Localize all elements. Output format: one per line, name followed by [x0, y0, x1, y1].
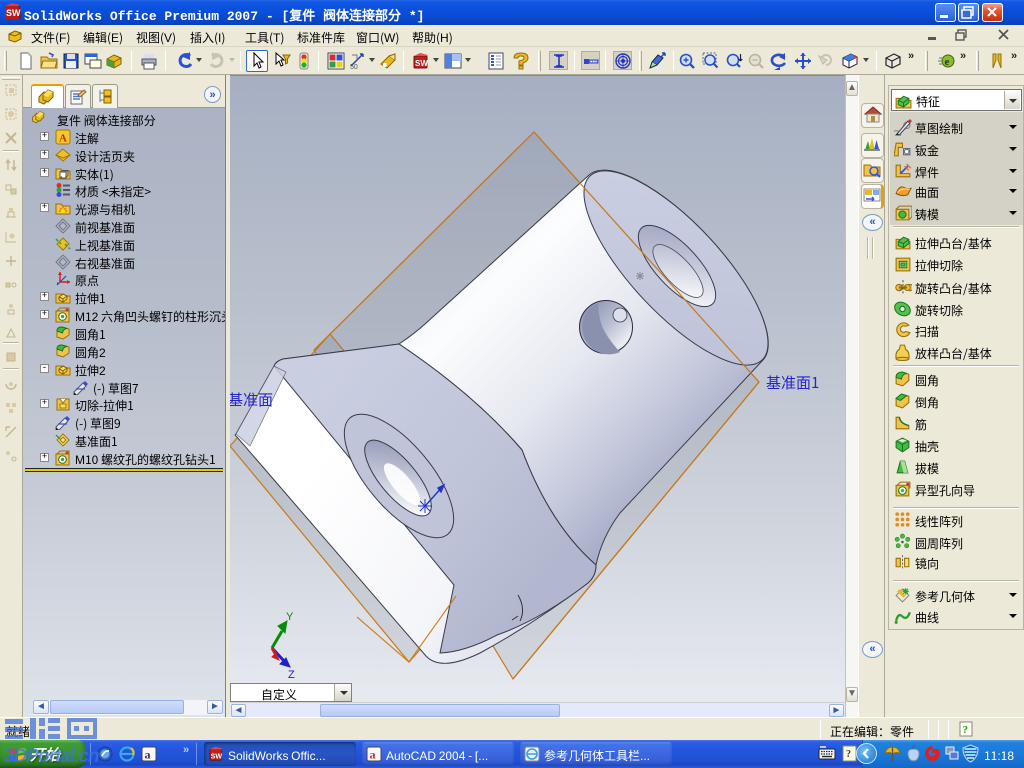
svg-text:e: e: [945, 56, 950, 68]
svg-text:Y: Y: [286, 611, 294, 623]
svg-text:a: a: [145, 748, 151, 762]
svg-text:?: ?: [963, 724, 969, 736]
svg-text:SW: SW: [211, 752, 223, 760]
svg-text:SW: SW: [415, 59, 428, 68]
svg-text:50: 50: [350, 64, 358, 70]
svg-text:基准面1: 基准面1: [766, 372, 819, 393]
svg-text:Z: Z: [288, 669, 295, 681]
svg-text:基准面: 基准面: [230, 389, 273, 410]
svg-text:?: ?: [846, 749, 851, 760]
svg-text:a: a: [370, 748, 376, 762]
svg-text:A: A: [59, 133, 67, 145]
svg-text:SW: SW: [6, 8, 21, 18]
